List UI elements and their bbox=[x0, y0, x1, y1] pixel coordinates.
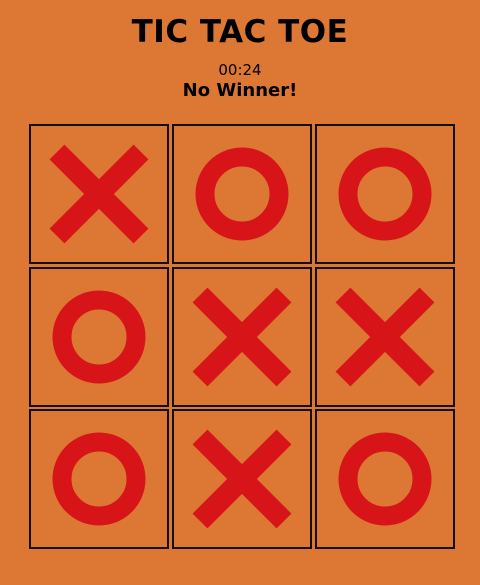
game-timer: 00:24 bbox=[218, 61, 262, 79]
o-mark-icon bbox=[52, 432, 146, 526]
o-mark-icon bbox=[338, 432, 432, 526]
x-mark-icon bbox=[192, 429, 292, 529]
board-cell-2-1[interactable] bbox=[29, 266, 169, 407]
board-cell-2-3[interactable] bbox=[315, 266, 455, 407]
board-cell-3-3[interactable] bbox=[315, 409, 455, 549]
board-cell-1-3[interactable] bbox=[315, 124, 455, 264]
board-cell-2-2[interactable] bbox=[172, 266, 312, 407]
board-cell-3-2[interactable] bbox=[172, 409, 312, 549]
o-mark-icon bbox=[195, 147, 289, 241]
board-cell-1-2[interactable] bbox=[172, 124, 312, 264]
x-mark-icon bbox=[49, 144, 149, 244]
o-mark-icon bbox=[338, 147, 432, 241]
x-mark-icon bbox=[192, 287, 292, 386]
board-cell-3-1[interactable] bbox=[29, 409, 169, 549]
game-title: TIC TAC TOE bbox=[131, 14, 349, 50]
board-cell-1-1[interactable] bbox=[29, 124, 169, 264]
game-board bbox=[29, 124, 455, 549]
game-status: No Winner! bbox=[182, 80, 298, 101]
x-mark-icon bbox=[335, 287, 435, 386]
o-mark-icon bbox=[52, 290, 146, 383]
